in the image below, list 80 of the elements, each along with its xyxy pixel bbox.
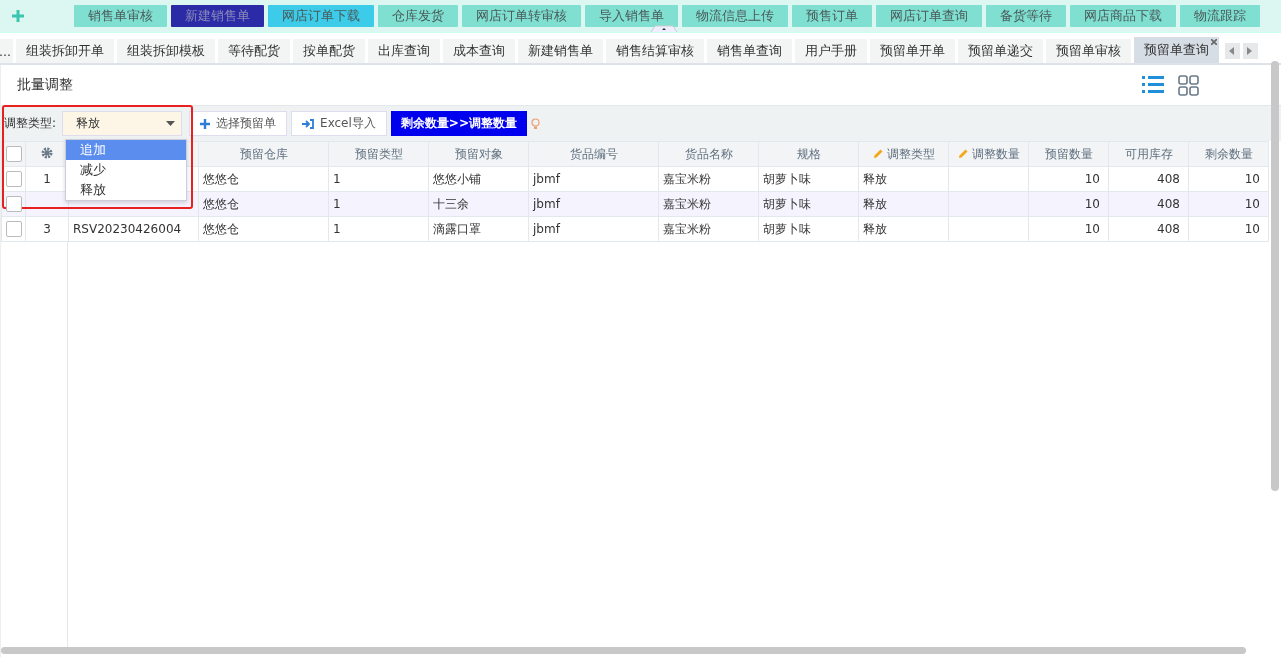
page-tab[interactable]: 成本查询 <box>442 39 515 63</box>
adjust-type-select[interactable]: 释放 <box>62 111 183 136</box>
column-header[interactable]: 可用库存 <box>1108 141 1189 167</box>
table-cell: 十三余 <box>433 196 469 211</box>
table-cell: 10 <box>1084 172 1100 186</box>
menu-button[interactable]: 网店订单下载 <box>268 5 374 27</box>
table-cell: 10 <box>1244 222 1260 236</box>
column-header[interactable]: 预留数量 <box>1028 141 1109 167</box>
table-cell: 释放 <box>863 196 887 211</box>
table-cell: 释放 <box>863 171 887 186</box>
table-cell: 释放 <box>863 221 887 236</box>
table-cell: 10 <box>1244 172 1260 186</box>
page-tab[interactable]: 组装拆卸开单 <box>15 39 114 63</box>
page-title: 批量调整 <box>17 76 73 94</box>
menu-button[interactable]: 仓库发货 <box>378 5 458 27</box>
page-tab[interactable]: 等待配货 <box>217 39 290 63</box>
menu-button[interactable]: 销售单审核 <box>74 5 167 27</box>
table-cell: 悠悠仓 <box>203 171 239 186</box>
table-cell: 嘉宝米粉 <box>663 196 711 211</box>
menu-button[interactable]: 网店订单转审核 <box>462 5 581 27</box>
page-tab[interactable]: 销售单查询 <box>706 39 792 63</box>
row-number: 3 <box>43 222 51 236</box>
page-tab[interactable]: 预留单递交 <box>957 39 1043 63</box>
table-cell: 1 <box>333 222 341 236</box>
page-tab[interactable]: 预留单审核 <box>1045 39 1131 63</box>
copy-quantity-button[interactable]: 剩余数量>>调整数量 <box>390 111 527 136</box>
table-cell: jbmf <box>533 222 560 236</box>
table-cell: 胡萝卜味 <box>763 196 811 211</box>
table-cell: 10 <box>1084 197 1100 211</box>
table-cell: jbmf <box>533 197 560 211</box>
column-header[interactable]: 货品名称 <box>658 141 759 167</box>
page-tab[interactable]: 预留单查询 <box>1133 37 1219 63</box>
column-header[interactable]: 预留类型 <box>328 141 429 167</box>
table-cell: 滴露口罩 <box>433 221 481 236</box>
menu-button[interactable]: 物流跟踪 <box>1180 5 1260 27</box>
table-cell: jbmf <box>533 172 560 186</box>
column-header[interactable]: 剩余数量 <box>1188 141 1269 167</box>
excel-import-button[interactable]: Excel导入 <box>291 111 387 136</box>
table-cell: 10 <box>1084 222 1100 236</box>
menu-button[interactable]: 导入销售单 <box>585 5 678 27</box>
table-cell: 嘉宝米粉 <box>663 171 711 186</box>
column-header[interactable]: 调整类型 <box>858 141 949 167</box>
dropdown-option[interactable]: 减少 <box>66 160 186 180</box>
table-cell: 悠悠仓 <box>203 196 239 211</box>
column-header[interactable]: 预留仓库 <box>198 141 329 167</box>
table-cell: RSV20230426004 <box>73 222 182 236</box>
table-cell: 悠悠仓 <box>203 221 239 236</box>
column-header[interactable]: 货品编号 <box>528 141 659 167</box>
menu-button[interactable]: 备货等待 <box>986 5 1066 27</box>
menu-button[interactable]: 网店商品下载 <box>1070 5 1176 27</box>
page-tab[interactable]: 用户手册 <box>794 39 867 63</box>
row-number: 1 <box>43 172 51 186</box>
adjust-type-label: 调整类型: <box>4 115 57 132</box>
menu-button[interactable]: 网店订单查询 <box>876 5 982 27</box>
table-cell: 胡萝卜味 <box>763 221 811 236</box>
page-tab[interactable]: 出库查询 <box>367 39 440 63</box>
page-tab[interactable]: ... <box>0 39 13 63</box>
table-cell: 嘉宝米粉 <box>663 221 711 236</box>
table-cell: 408 <box>1157 222 1180 236</box>
menu-button[interactable]: 预售订单 <box>792 5 872 27</box>
page-tab[interactable]: 销售结算审核 <box>605 39 704 63</box>
dropdown-option[interactable]: 释放 <box>66 180 186 200</box>
column-header[interactable]: 规格 <box>758 141 859 167</box>
table-cell: 10 <box>1244 197 1260 211</box>
page-tab[interactable]: 新建销售单 <box>517 39 603 63</box>
table-cell: 1 <box>333 172 341 186</box>
table-cell: 胡萝卜味 <box>763 171 811 186</box>
column-header[interactable]: 预留对象 <box>428 141 529 167</box>
table-cell: 408 <box>1157 197 1180 211</box>
menu-button[interactable]: 新建销售单 <box>171 5 264 27</box>
page-tab[interactable]: 预留单开单 <box>869 39 955 63</box>
table-cell: 悠悠小铺 <box>433 171 481 186</box>
page-tab[interactable]: 组装拆卸模板 <box>116 39 215 63</box>
select-reservation-button[interactable]: 选择预留单 <box>189 111 288 136</box>
dropdown-option[interactable]: 追加 <box>66 140 186 160</box>
menu-button[interactable]: 物流信息上传 <box>682 5 788 27</box>
column-header[interactable]: 调整数量 <box>948 141 1029 167</box>
page-tab[interactable]: 按单配货 <box>292 39 365 63</box>
table-cell: 408 <box>1157 172 1180 186</box>
table-cell: 1 <box>333 197 341 211</box>
